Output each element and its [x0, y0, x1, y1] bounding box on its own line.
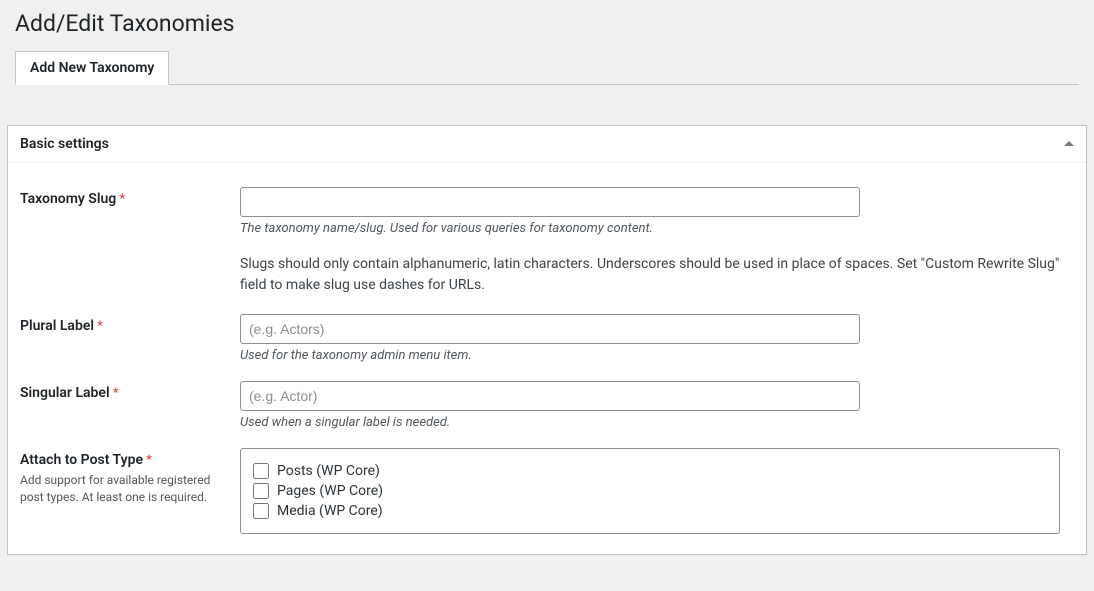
- tab-add-new-taxonomy[interactable]: Add New Taxonomy: [15, 51, 169, 85]
- panel-header[interactable]: Basic settings: [8, 126, 1086, 163]
- field-plural-label: Plural Label * Used for the taxonomy adm…: [20, 314, 1074, 363]
- field-input-col: Posts (WP Core) Pages (WP Core) Media (W…: [240, 448, 1074, 534]
- field-singular-label: Singular Label * Used when a singular la…: [20, 381, 1074, 430]
- field-attach-post-type: Attach to Post Type * Add support for av…: [20, 448, 1074, 534]
- field-input-col: Used when a singular label is needed.: [240, 381, 1074, 430]
- panel-basic-settings: Basic settings Taxonomy Slug * The taxon…: [7, 125, 1087, 555]
- caret-up-icon: [1064, 141, 1074, 146]
- help-attach-sub: Add support for available registered pos…: [20, 472, 240, 506]
- label-singular: Singular Label: [20, 385, 110, 401]
- checkbox-posts[interactable]: [253, 463, 269, 479]
- required-asterisk: *: [97, 319, 103, 334]
- field-label-col: Plural Label *: [20, 314, 240, 363]
- input-plural-label[interactable]: [240, 314, 860, 344]
- checkbox-row-media: Media (WP Core): [253, 503, 1047, 519]
- field-label-col: Attach to Post Type * Add support for av…: [20, 448, 240, 534]
- field-label-col: Singular Label *: [20, 381, 240, 430]
- label-attach: Attach to Post Type: [20, 452, 143, 468]
- page-title: Add/Edit Taxonomies: [0, 0, 1094, 43]
- help-singular: Used when a singular label is needed.: [240, 415, 1074, 430]
- checkbox-label-posts: Posts (WP Core): [277, 463, 380, 479]
- required-asterisk: *: [113, 386, 119, 401]
- checkbox-group-post-types: Posts (WP Core) Pages (WP Core) Media (W…: [240, 448, 1060, 534]
- checkbox-row-posts: Posts (WP Core): [253, 463, 1047, 479]
- required-asterisk: *: [119, 192, 125, 207]
- tabs-bar: Add New Taxonomy: [15, 51, 1079, 85]
- checkbox-pages[interactable]: [253, 483, 269, 499]
- label-plural: Plural Label: [20, 318, 94, 334]
- panel-title: Basic settings: [20, 136, 109, 152]
- checkbox-row-pages: Pages (WP Core): [253, 483, 1047, 499]
- checkbox-label-media: Media (WP Core): [277, 503, 383, 519]
- field-taxonomy-slug: Taxonomy Slug * The taxonomy name/slug. …: [20, 187, 1074, 296]
- checkbox-label-pages: Pages (WP Core): [277, 483, 383, 499]
- input-singular-label[interactable]: [240, 381, 860, 411]
- checkbox-media[interactable]: [253, 503, 269, 519]
- required-asterisk: *: [146, 453, 152, 468]
- help-taxonomy-slug: The taxonomy name/slug. Used for various…: [240, 221, 1074, 236]
- input-taxonomy-slug[interactable]: [240, 187, 860, 217]
- help-plural: Used for the taxonomy admin menu item.: [240, 348, 1074, 363]
- label-taxonomy-slug: Taxonomy Slug: [20, 191, 116, 207]
- field-input-col: The taxonomy name/slug. Used for various…: [240, 187, 1074, 296]
- field-input-col: Used for the taxonomy admin menu item.: [240, 314, 1074, 363]
- field-label-col: Taxonomy Slug *: [20, 187, 240, 296]
- help-taxonomy-slug-para: Slugs should only contain alphanumeric, …: [240, 254, 1060, 296]
- panel-body: Taxonomy Slug * The taxonomy name/slug. …: [8, 163, 1086, 554]
